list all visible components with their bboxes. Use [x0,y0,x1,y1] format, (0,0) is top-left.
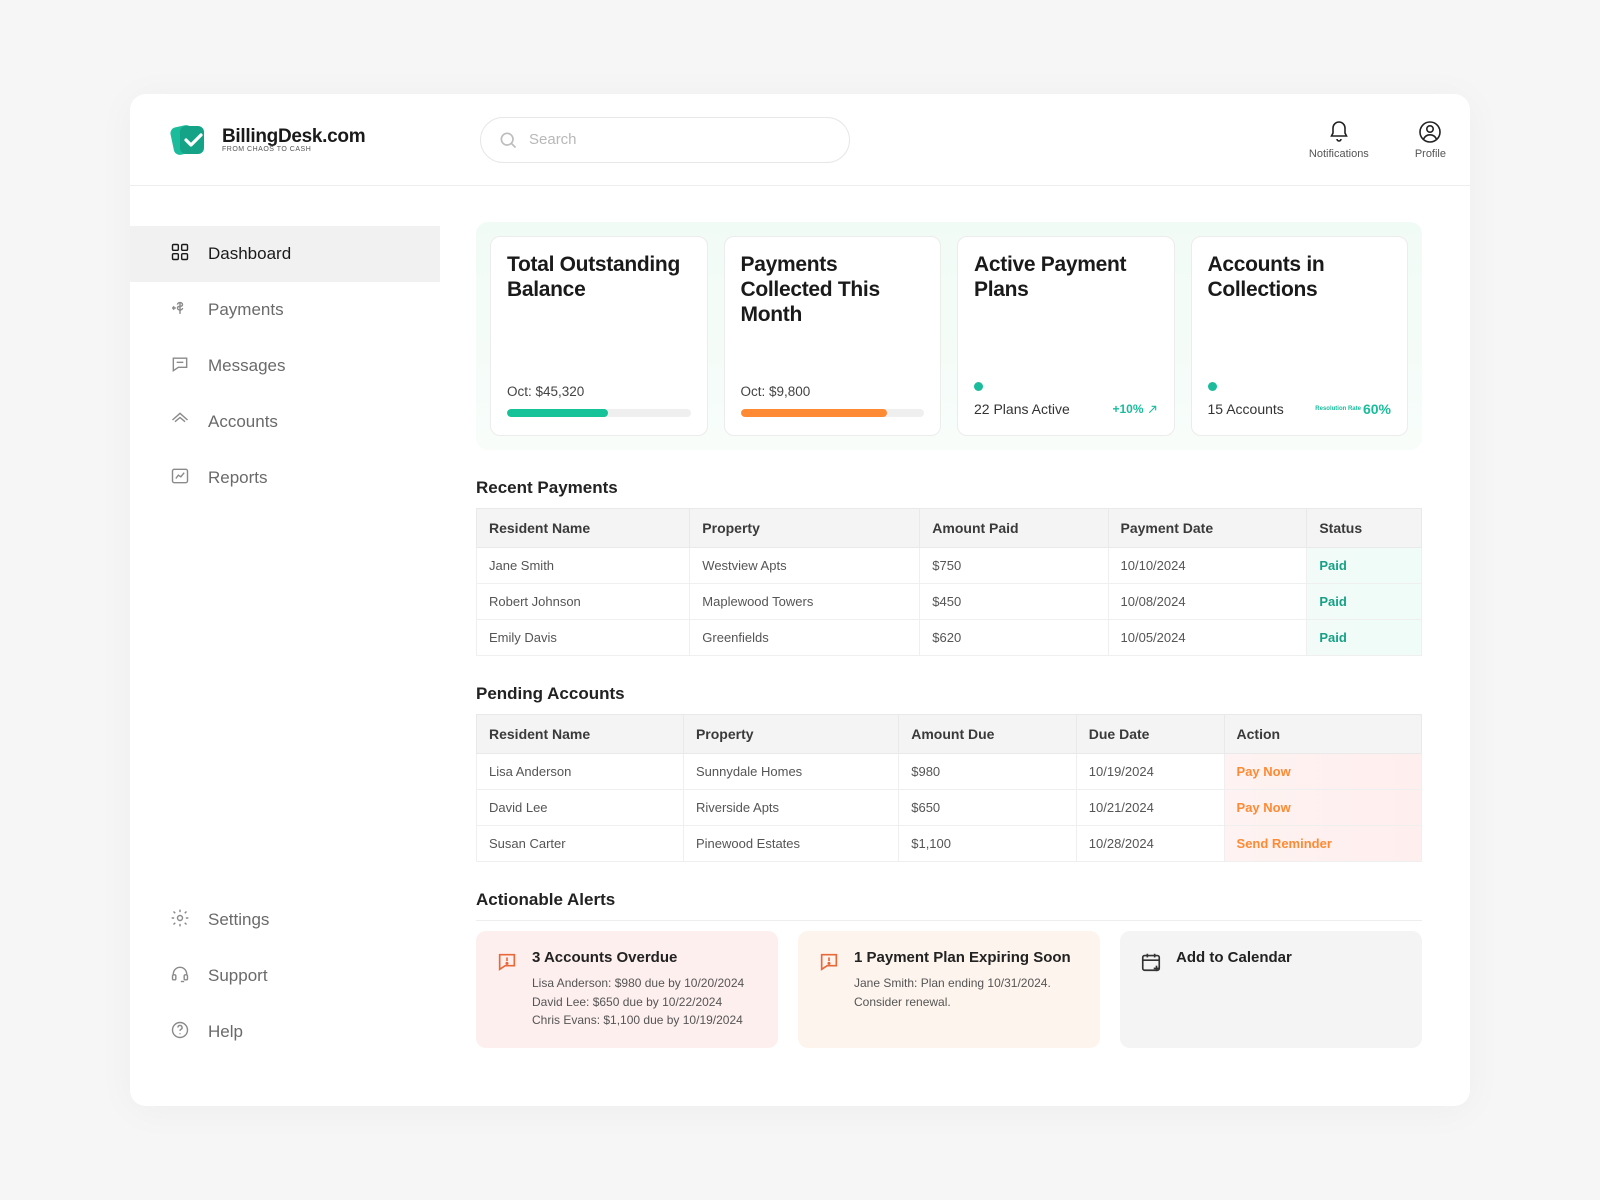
action-link[interactable]: Send Reminder [1237,836,1332,851]
table-header: Payment Date [1108,509,1307,548]
table-row[interactable]: Jane SmithWestview Apts$75010/10/2024Pai… [477,548,1422,584]
table-header: Property [683,715,898,754]
content: Total Outstanding Balance Oct: $45,320 P… [440,186,1470,1106]
stat-collected: Payments Collected This Month Oct: $9,80… [724,236,942,436]
table-header: Resident Name [477,509,690,548]
sidebar-item-label: Accounts [208,412,278,432]
sidebar-item-label: Dashboard [208,244,291,264]
headset-icon [170,964,190,989]
alert-calendar[interactable]: Add to Calendar [1120,931,1422,1048]
sidebar-item-label: Reports [208,468,268,488]
stat-collected-value: Oct: $9,800 [741,384,925,399]
alerts-title: Actionable Alerts [476,890,1422,910]
grid-icon [170,242,190,267]
bell-icon [1327,120,1351,144]
stat-plans-value: 22 Plans Active [974,401,1070,417]
sidebar-item-label: Payments [208,300,284,320]
stat-collections-value: 15 Accounts [1208,401,1284,417]
notifications-button[interactable]: Notifications [1309,120,1369,160]
sidebar-item-help[interactable]: Help [130,1004,440,1060]
sidebar-item-messages[interactable]: Messages [130,338,440,394]
sidebar-item-label: Help [208,1022,243,1042]
nav-footer: Settings Support Help [130,892,440,1060]
profile-button[interactable]: Profile [1415,120,1446,160]
sidebar: Dashboard Payments Messages Accounts Reports… [130,186,440,1106]
table-row[interactable]: Emily DavisGreenfields$62010/05/2024Paid [477,620,1422,656]
table-row[interactable]: David LeeRiverside Apts$65010/21/2024Pay… [477,790,1422,826]
sidebar-item-label: Support [208,966,268,986]
arrow-up-icon [1147,404,1158,415]
alert-overdue[interactable]: 3 Accounts Overdue Lisa Anderson: $980 d… [476,931,778,1048]
sidebar-item-reports[interactable]: Reports [130,450,440,506]
stat-plans-delta: +10% [1112,402,1157,416]
sidebar-item-settings[interactable]: Settings [130,892,440,948]
table-row[interactable]: Susan CarterPinewood Estates$1,10010/28/… [477,826,1422,862]
action-link[interactable]: Pay Now [1237,764,1291,779]
status-badge: Paid [1319,594,1346,609]
table-header: Status [1307,509,1422,548]
progress-bar [507,409,691,417]
table-header: Amount Due [899,715,1077,754]
pending-title: Pending Accounts [476,684,1422,704]
search-wrap [480,117,850,163]
status-dot [974,382,983,391]
sidebar-item-support[interactable]: Support [130,948,440,1004]
dollar-arrow-icon [170,298,190,323]
stat-outstanding: Total Outstanding Balance Oct: $45,320 [490,236,708,436]
status-badge: Paid [1319,630,1346,645]
table-header: Property [690,509,920,548]
app-shell: BillingDesk.com FROM CHAOS TO CASH Notif… [130,94,1470,1106]
message-icon [170,354,190,379]
gear-icon [170,908,190,933]
stat-collections: Accounts in Collections 15 Accounts Reso… [1191,236,1409,436]
brand-logo [170,122,212,158]
stat-outstanding-value: Oct: $45,320 [507,384,691,399]
recent-title: Recent Payments [476,478,1422,498]
calendar-icon [1140,951,1162,973]
alerts-row: 3 Accounts Overdue Lisa Anderson: $980 d… [476,931,1422,1048]
table-row[interactable]: Robert JohnsonMaplewood Towers$45010/08/… [477,584,1422,620]
table-header: Resident Name [477,715,684,754]
chart-icon [170,466,190,491]
table-header: Action [1224,715,1421,754]
roof-icon [170,410,190,435]
recent-table: Resident NamePropertyAmount PaidPayment … [476,508,1422,656]
sidebar-item-accounts[interactable]: Accounts [130,394,440,450]
status-badge: Paid [1319,558,1346,573]
table-header: Amount Paid [920,509,1108,548]
action-link[interactable]: Pay Now [1237,800,1291,815]
sidebar-item-payments[interactable]: Payments [130,282,440,338]
status-dot [1208,382,1217,391]
sidebar-item-label: Messages [208,356,285,376]
stat-strip: Total Outstanding Balance Oct: $45,320 P… [476,222,1422,450]
alert-icon [496,951,518,973]
sidebar-item-label: Settings [208,910,269,930]
table-header: Due Date [1076,715,1224,754]
profile-icon [1418,120,1442,144]
stat-plans: Active Payment Plans 22 Plans Active +10… [957,236,1175,436]
brand: BillingDesk.com FROM CHAOS TO CASH [170,122,480,158]
table-row[interactable]: Lisa AndersonSunnydale Homes$98010/19/20… [477,754,1422,790]
brand-name: BillingDesk.com [222,127,365,146]
search-input[interactable] [480,117,850,163]
brand-tagline: FROM CHAOS TO CASH [222,146,365,153]
progress-bar [741,409,925,417]
alert-icon [818,951,840,973]
stat-collections-pct: 60% [1363,401,1391,417]
search-icon [498,130,518,155]
sidebar-item-dashboard[interactable]: Dashboard [130,226,440,282]
nav-main: Dashboard Payments Messages Accounts Reports [130,226,440,506]
alert-expiring[interactable]: 1 Payment Plan Expiring Soon Jane Smith:… [798,931,1100,1048]
question-icon [170,1020,190,1045]
pending-table: Resident NamePropertyAmount DueDue DateA… [476,714,1422,862]
topbar: BillingDesk.com FROM CHAOS TO CASH Notif… [130,94,1470,186]
